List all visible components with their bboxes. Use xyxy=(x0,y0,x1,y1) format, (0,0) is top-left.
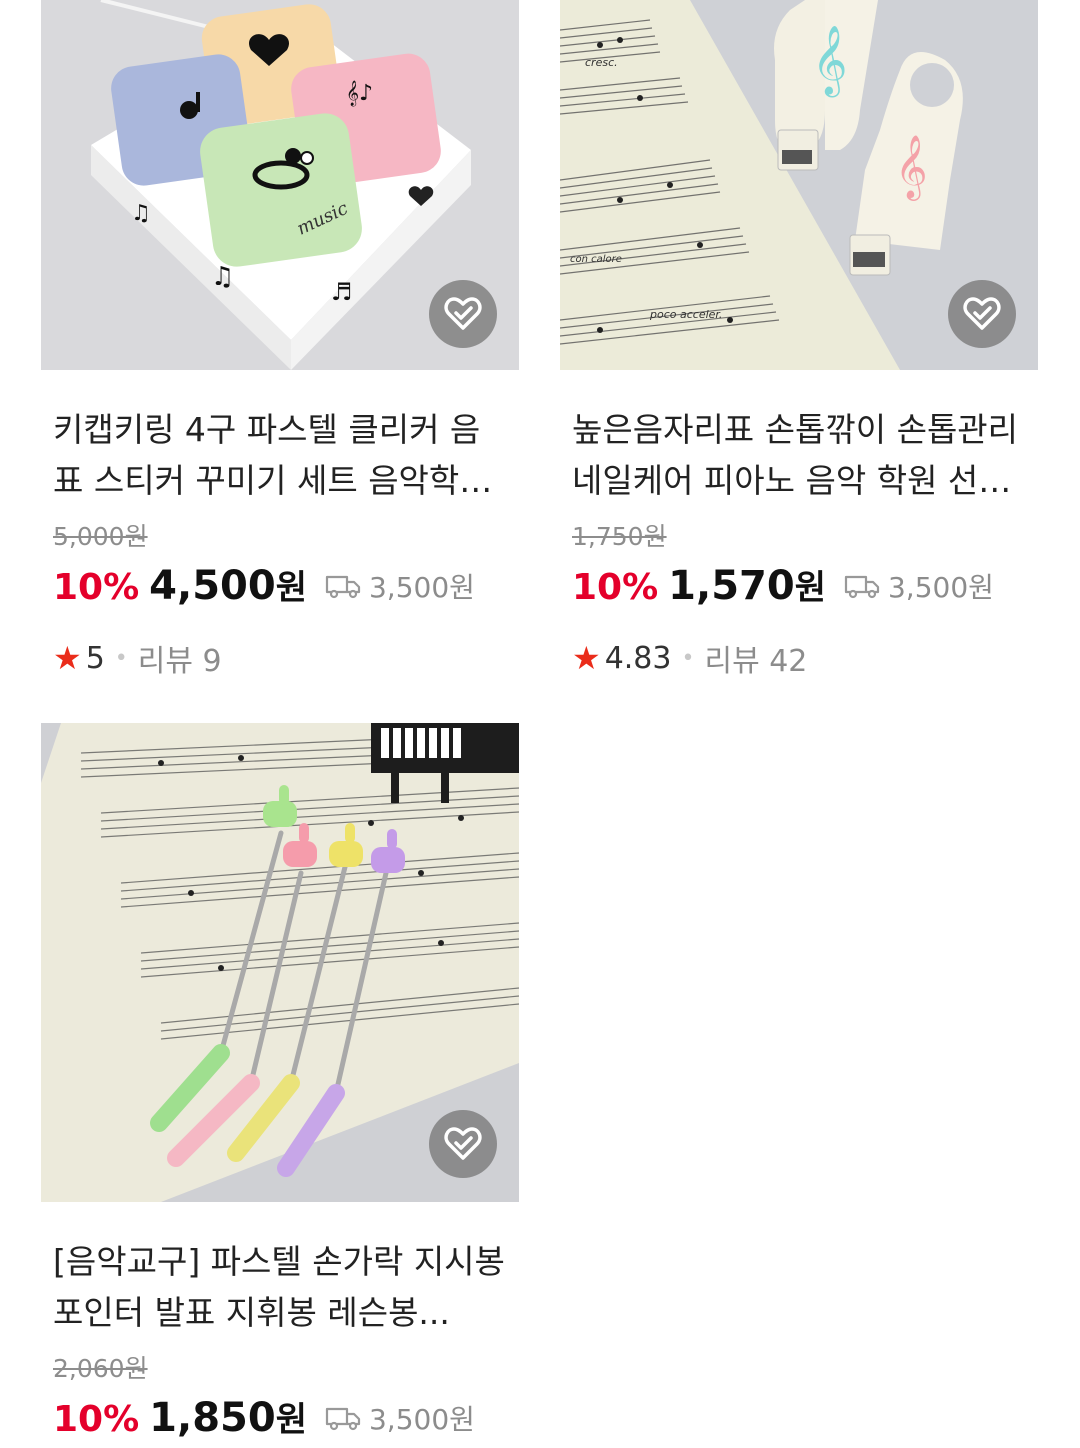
svg-text:♫: ♫ xyxy=(131,201,151,226)
original-price: 5,000원 xyxy=(53,522,148,551)
sale-price: 1,850 xyxy=(149,1395,276,1441)
review-count[interactable]: 리뷰 9 xyxy=(138,636,222,680)
wishlist-button[interactable] xyxy=(429,280,497,348)
product-card[interactable]: cresc. con calore poco acceler. 𝄞 𝄞 높은음자… xyxy=(560,0,1038,680)
shipping-fee-text: 3,500원 xyxy=(368,571,475,604)
wishlist-button[interactable] xyxy=(429,1110,497,1178)
svg-text:♫: ♫ xyxy=(211,262,234,292)
price-row: 10% 1,570 원 3,500원 xyxy=(572,560,1038,616)
shipping-fee-text: 3,500원 xyxy=(887,571,994,604)
svg-text:con calore: con calore xyxy=(570,254,622,265)
svg-text:♬: ♬ xyxy=(331,278,353,306)
svg-text:poco acceler.: poco acceler. xyxy=(649,308,722,321)
original-price: 1,750원 xyxy=(572,522,667,551)
shipping-fee-text: 3,500원 xyxy=(368,1403,475,1436)
separator-dot: • xyxy=(114,645,128,671)
truck-icon xyxy=(325,575,361,599)
currency-unit: 원 xyxy=(275,1400,307,1440)
sale-price: 1,570 xyxy=(668,563,795,609)
currency-unit: 원 xyxy=(275,568,307,608)
shipping-fee: 3,500원 xyxy=(325,566,475,606)
shipping-fee: 3,500원 xyxy=(844,566,994,606)
star-icon: ★ xyxy=(572,639,601,677)
svg-text:𝄞: 𝄞 xyxy=(812,25,847,97)
product-image[interactable]: 𝄞♪ music ♫ ♫ ♬ xyxy=(41,0,519,370)
product-title[interactable]: [음악교구] 파스텔 손가락 지시봉 포인터 발표 지휘봉 레슨봉... xyxy=(53,1236,507,1338)
rating-value: 5 xyxy=(85,640,105,676)
svg-text:𝄞♪: 𝄞♪ xyxy=(346,80,373,106)
heart-check-icon xyxy=(444,1127,482,1160)
discount-rate: 10% xyxy=(53,1399,140,1440)
svg-text:cresc.: cresc. xyxy=(585,56,618,69)
product-image[interactable] xyxy=(41,723,519,1202)
product-title[interactable]: 키캡키링 4구 파스텔 클리커 음표 스티커 꾸미기 세트 음악학원... xyxy=(53,404,507,506)
product-title[interactable]: 높은음자리표 손톱깎이 손톱관리 네일케어 피아노 음악 학원 선물... xyxy=(572,404,1026,506)
discount-rate: 10% xyxy=(572,567,659,608)
svg-text:𝄞: 𝄞 xyxy=(895,134,928,201)
product-card[interactable]: 𝄞♪ music ♫ ♫ ♬ 키캡키링 4구 파스텔 클리커 음표 스티커 꾸미… xyxy=(41,0,519,680)
rating-row: ★ 4.83 • 리뷰 42 xyxy=(572,636,1038,680)
heart-check-icon xyxy=(444,297,482,330)
shipping-fee: 3,500원 xyxy=(325,1398,475,1438)
wishlist-button[interactable] xyxy=(948,280,1016,348)
truck-icon xyxy=(844,575,880,599)
separator-dot: • xyxy=(681,645,695,671)
star-icon: ★ xyxy=(53,639,82,677)
product-image[interactable]: cresc. con calore poco acceler. 𝄞 𝄞 xyxy=(560,0,1038,370)
currency-unit: 원 xyxy=(794,568,826,608)
rating-row: ★ 5 • 리뷰 9 xyxy=(53,636,519,680)
review-count[interactable]: 리뷰 42 xyxy=(704,636,807,680)
sale-price: 4,500 xyxy=(149,563,276,609)
truck-icon xyxy=(325,1407,361,1431)
product-card[interactable]: [음악교구] 파스텔 손가락 지시봉 포인터 발표 지휘봉 레슨봉... 2,0… xyxy=(41,723,519,1448)
discount-rate: 10% xyxy=(53,567,140,608)
original-price: 2,060원 xyxy=(53,1354,148,1383)
rating-value: 4.83 xyxy=(604,640,672,676)
heart-check-icon xyxy=(963,297,1001,330)
price-row: 10% 4,500 원 3,500원 xyxy=(53,560,519,616)
